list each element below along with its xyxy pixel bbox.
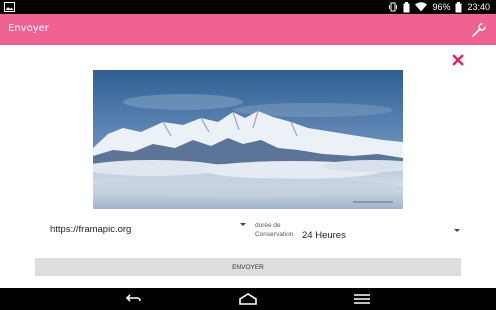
duration-label: durée de Conservation — [255, 222, 294, 238]
back-icon[interactable] — [122, 293, 142, 305]
close-icon[interactable] — [451, 53, 465, 67]
home-icon[interactable] — [238, 293, 258, 305]
clock: 23:40 — [467, 2, 490, 12]
service-value: https://framapic.org — [50, 224, 132, 235]
battery-icon — [403, 1, 410, 12]
chevron-down-icon — [454, 229, 460, 232]
mountain-photo — [93, 70, 403, 209]
battery-percent: 96% — [432, 2, 451, 12]
chevron-down-icon — [240, 223, 246, 226]
image-preview — [93, 70, 403, 209]
app-bar: Envoyer — [0, 14, 496, 45]
duration-value: 24 Heures — [302, 230, 346, 241]
send-button[interactable]: ENVOYER — [35, 258, 461, 276]
vibrate-icon — [389, 2, 398, 12]
service-select[interactable]: https://framapic.org — [50, 219, 250, 235]
recent-apps-icon[interactable] — [352, 293, 372, 305]
duration-select[interactable]: 24 Heures — [302, 225, 462, 241]
navigation-bar — [0, 288, 496, 310]
image-icon — [4, 2, 15, 12]
page-title: Envoyer — [8, 23, 49, 34]
wifi-icon — [415, 2, 428, 12]
status-bar: 96% 23:40 — [0, 0, 496, 14]
battery-level-icon — [455, 1, 462, 12]
wrench-icon[interactable] — [471, 22, 487, 38]
